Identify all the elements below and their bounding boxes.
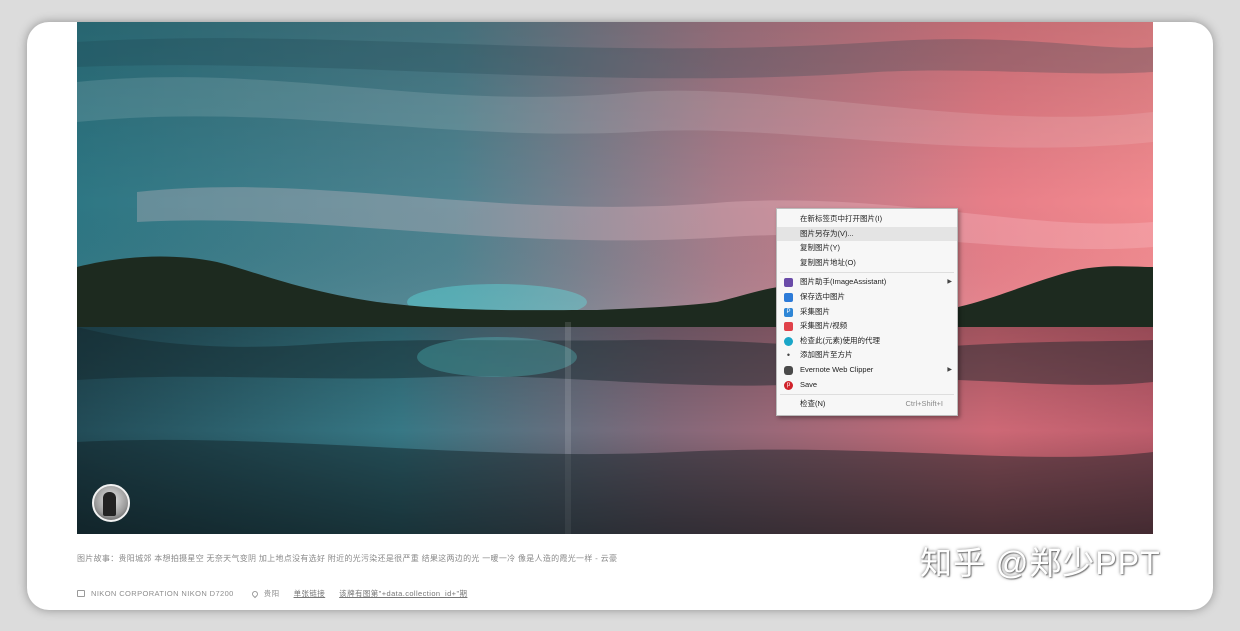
menu-item-copy-image[interactable]: 复制图片(Y) xyxy=(777,241,957,256)
menu-item-copy-image-address[interactable]: 复制图片地址(O) xyxy=(777,256,957,271)
menu-item-collect-image-video[interactable]: 采集图片/视频 xyxy=(777,319,957,334)
camera-model: NIKON CORPORATION NIKON D7200 xyxy=(91,589,234,598)
menu-item-open-image-new-tab[interactable]: 在新标签页中打开图片(I) xyxy=(777,212,957,227)
menu-item-inspect-proxy[interactable]: 检查此(元素)使用的代理 xyxy=(777,334,957,349)
photo-caption: 图片故事：贵阳城郊 本想拍摄星空 无奈天气变阴 加上地点没有选好 附近的光污染还… xyxy=(77,554,618,563)
menu-item-inspect[interactable]: 检查(N) Ctrl+Shift+I xyxy=(777,397,957,412)
menu-item-collect-image[interactable]: P 采集图片 xyxy=(777,305,957,320)
image-assistant-icon xyxy=(784,278,793,288)
collect-p-icon: P xyxy=(784,307,793,317)
menu-item-save-image-as[interactable]: 图片另存为(V)... xyxy=(777,226,957,242)
location-text: 贵阳 xyxy=(263,589,280,598)
menu-separator xyxy=(780,394,954,396)
menu-item-add-image[interactable]: • 添加图片至方片 xyxy=(777,348,957,363)
collection-link[interactable]: 该牌有图第"+data.collection_id+"期 xyxy=(339,588,467,599)
evernote-icon xyxy=(784,365,793,375)
submenu-arrow-icon: ▶ xyxy=(947,279,952,286)
menu-item-image-assistant[interactable]: 图片助手(ImageAssistant) ▶ xyxy=(777,275,957,290)
submenu-arrow-icon: ▶ xyxy=(947,366,952,373)
menu-item-pinterest-save[interactable]: p Save xyxy=(777,378,957,393)
menu-item-evernote-clipper[interactable]: Evernote Web Clipper ▶ xyxy=(777,363,957,378)
collect-video-icon xyxy=(784,322,793,332)
photo-meta: NIKON CORPORATION NIKON D7200 贵阳 单张链接 该牌… xyxy=(77,588,467,599)
zhihu-watermark: 知乎 @郑少PPT xyxy=(920,545,1161,581)
context-menu: 在新标签页中打开图片(I) 图片另存为(V)... 复制图片(Y) 复制图片地址… xyxy=(776,208,958,416)
single-link[interactable]: 单张链接 xyxy=(294,588,326,599)
save-selected-icon xyxy=(784,292,793,302)
bullet-dot-icon: • xyxy=(786,350,791,361)
proxy-icon xyxy=(784,336,793,346)
landscape-image xyxy=(77,22,1153,534)
landscape-photo[interactable] xyxy=(77,22,1153,534)
photo-card: 图片故事：贵阳城郊 本想拍摄星空 无奈天气变阴 加上地点没有选好 附近的光污染还… xyxy=(27,22,1213,610)
menu-separator xyxy=(780,272,954,274)
author-avatar[interactable] xyxy=(92,484,130,522)
menu-item-save-selected-images[interactable]: 保存选中图片 xyxy=(777,290,957,305)
pinterest-icon: p xyxy=(784,380,793,390)
location-pin-icon xyxy=(250,589,259,598)
camera-icon xyxy=(77,590,85,597)
